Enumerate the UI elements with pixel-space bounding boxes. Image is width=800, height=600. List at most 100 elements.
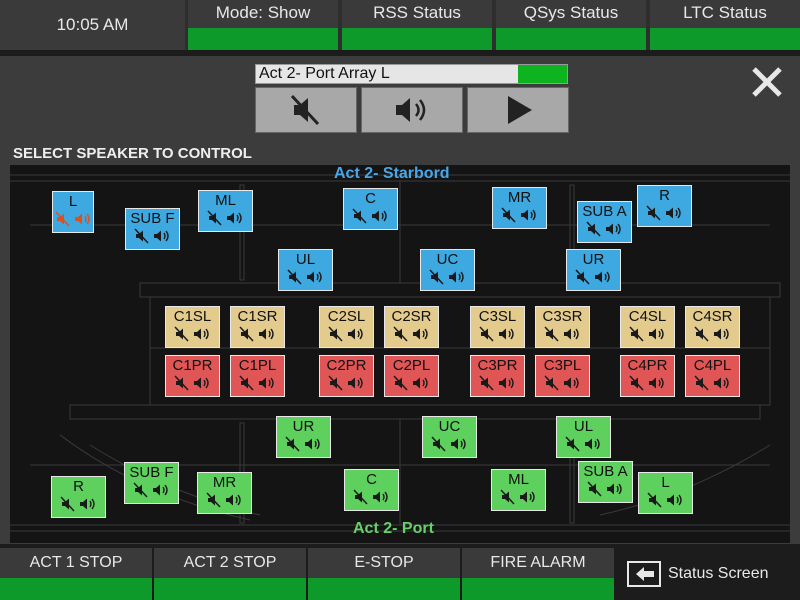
speaker-green-r[interactable]: R xyxy=(51,476,106,518)
speaker-red-c3pr[interactable]: C3PR xyxy=(470,355,525,397)
e-stop-button[interactable]: E-STOP xyxy=(308,548,460,600)
speaker-tan-c1sl[interactable]: C1SL xyxy=(165,306,220,348)
volume-icon[interactable] xyxy=(193,375,211,391)
volume-icon[interactable] xyxy=(563,375,581,391)
mute-button[interactable] xyxy=(255,87,357,133)
mute-icon[interactable] xyxy=(629,326,645,342)
speaker-tan-c1sr[interactable]: C1SR xyxy=(230,306,285,348)
speaker-tan-c4sl[interactable]: C4SL xyxy=(620,306,675,348)
volume-icon[interactable] xyxy=(371,208,389,224)
volume-icon[interactable] xyxy=(519,489,537,505)
close-button[interactable] xyxy=(745,60,789,104)
status-screen-button[interactable]: Status Screen xyxy=(618,548,800,600)
volume-icon[interactable] xyxy=(666,492,684,508)
speaker-green-sub-f[interactable]: SUB F xyxy=(124,462,179,504)
speaker-green-ur[interactable]: UR xyxy=(276,416,331,458)
volume-icon[interactable] xyxy=(448,269,466,285)
mute-icon[interactable] xyxy=(174,375,190,391)
speaker-green-l[interactable]: L xyxy=(638,472,693,514)
volume-icon[interactable] xyxy=(258,375,276,391)
speaker-blue-r[interactable]: R xyxy=(637,185,692,227)
volume-icon[interactable] xyxy=(193,326,211,342)
mute-icon[interactable] xyxy=(586,221,602,237)
speaker-tan-c3sl[interactable]: C3SL xyxy=(470,306,525,348)
tab-ltc-status[interactable]: LTC Status xyxy=(650,0,800,50)
speaker-blue-mr[interactable]: MR xyxy=(492,187,547,229)
volume-icon[interactable] xyxy=(648,375,666,391)
volume-icon[interactable] xyxy=(304,436,322,452)
speaker-tan-c3sr[interactable]: C3SR xyxy=(535,306,590,348)
tab-rss-status[interactable]: RSS Status xyxy=(342,0,492,50)
mute-icon[interactable] xyxy=(479,326,495,342)
speaker-red-c2pl[interactable]: C2PL xyxy=(384,355,439,397)
speaker-red-c2pr[interactable]: C2PR xyxy=(319,355,374,397)
volume-icon[interactable] xyxy=(520,207,538,223)
speaker-green-uc[interactable]: UC xyxy=(422,416,477,458)
speaker-tan-c2sl[interactable]: C2SL xyxy=(319,306,374,348)
speaker-green-ml[interactable]: ML xyxy=(491,469,546,511)
mute-icon[interactable] xyxy=(500,489,516,505)
mute-icon[interactable] xyxy=(393,326,409,342)
speaker-tan-c2sr[interactable]: C2SR xyxy=(384,306,439,348)
speaker-red-c4pl[interactable]: C4PL xyxy=(685,355,740,397)
mute-icon[interactable] xyxy=(429,269,445,285)
volume-icon[interactable] xyxy=(498,326,516,342)
volume-icon[interactable] xyxy=(412,326,430,342)
mute-icon[interactable] xyxy=(479,375,495,391)
mute-icon[interactable] xyxy=(134,228,150,244)
speaker-blue-l[interactable]: L xyxy=(52,191,94,233)
volume-icon[interactable] xyxy=(74,211,92,227)
mute-icon[interactable] xyxy=(207,210,223,226)
volume-icon[interactable] xyxy=(665,205,683,221)
mute-icon[interactable] xyxy=(285,436,301,452)
speaker-blue-ml[interactable]: ML xyxy=(198,190,253,232)
act2-stop-button[interactable]: ACT 2 STOP xyxy=(154,548,306,600)
mute-icon[interactable] xyxy=(431,436,447,452)
speaker-green-ul[interactable]: UL xyxy=(556,416,611,458)
volume-icon[interactable] xyxy=(226,210,244,226)
volume-icon[interactable] xyxy=(713,326,731,342)
speaker-tan-c4sr[interactable]: C4SR xyxy=(685,306,740,348)
speaker-blue-ul[interactable]: UL xyxy=(278,249,333,291)
mute-icon[interactable] xyxy=(54,211,71,227)
speaker-blue-sub-a[interactable]: SUB A xyxy=(577,201,632,243)
speaker-red-c1pl[interactable]: C1PL xyxy=(230,355,285,397)
mute-icon[interactable] xyxy=(239,326,255,342)
mute-icon[interactable] xyxy=(60,496,76,512)
mute-icon[interactable] xyxy=(287,269,303,285)
speaker-green-sub-a[interactable]: SUB A xyxy=(578,461,633,503)
mute-icon[interactable] xyxy=(565,436,581,452)
speaker-green-mr[interactable]: MR xyxy=(197,472,252,514)
mute-icon[interactable] xyxy=(629,375,645,391)
volume-icon[interactable] xyxy=(347,326,365,342)
mute-icon[interactable] xyxy=(587,481,603,497)
volume-icon[interactable] xyxy=(648,326,666,342)
mute-icon[interactable] xyxy=(694,326,710,342)
volume-icon[interactable] xyxy=(152,482,170,498)
volume-icon[interactable] xyxy=(563,326,581,342)
tab-mode[interactable]: Mode: Show xyxy=(188,0,338,50)
mute-icon[interactable] xyxy=(646,205,662,221)
speaker-red-c4pr[interactable]: C4PR xyxy=(620,355,675,397)
speaker-blue-c[interactable]: C xyxy=(343,188,398,230)
fire-alarm-button[interactable]: FIRE ALARM xyxy=(462,548,614,600)
mute-icon[interactable] xyxy=(133,482,149,498)
volume-icon[interactable] xyxy=(606,481,624,497)
mute-icon[interactable] xyxy=(353,489,369,505)
mute-icon[interactable] xyxy=(206,492,222,508)
volume-icon[interactable] xyxy=(79,496,97,512)
speaker-red-c1pr[interactable]: C1PR xyxy=(165,355,220,397)
volume-button[interactable] xyxy=(361,87,463,133)
volume-icon[interactable] xyxy=(584,436,602,452)
mute-icon[interactable] xyxy=(352,208,368,224)
mute-icon[interactable] xyxy=(328,375,344,391)
act1-stop-button[interactable]: ACT 1 STOP xyxy=(0,548,152,600)
volume-icon[interactable] xyxy=(713,375,731,391)
speaker-red-c3pl[interactable]: C3PL xyxy=(535,355,590,397)
mute-icon[interactable] xyxy=(544,375,560,391)
mute-icon[interactable] xyxy=(501,207,517,223)
volume-icon[interactable] xyxy=(225,492,243,508)
volume-icon[interactable] xyxy=(372,489,390,505)
volume-icon[interactable] xyxy=(306,269,324,285)
volume-icon[interactable] xyxy=(153,228,171,244)
